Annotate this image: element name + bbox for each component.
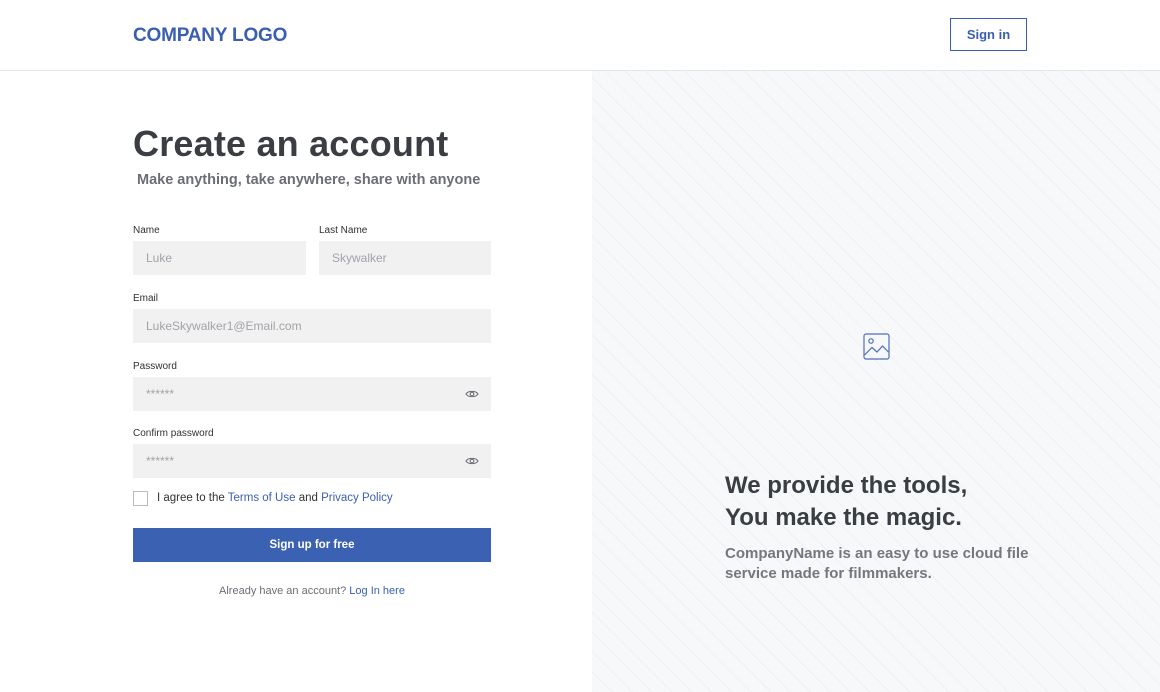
signup-panel: Create an account Make anything, take an…	[0, 71, 592, 692]
already-have-account: Already have an account? Log In here	[133, 585, 491, 597]
email-label: Email	[133, 293, 159, 304]
confirm-password-label: Confirm password	[133, 428, 214, 439]
email-field[interactable]	[133, 309, 491, 343]
promo-tagline: We provide the tools, You make the magic…	[725, 470, 967, 534]
name-field[interactable]	[133, 241, 306, 275]
privacy-policy-link[interactable]: Privacy Policy	[321, 492, 393, 504]
terms-of-use-link[interactable]: Terms of Use	[228, 492, 296, 504]
sign-in-button[interactable]: Sign in	[950, 18, 1027, 51]
tagline-line-2: You make the magic.	[725, 504, 962, 531]
agree-and: and	[295, 492, 322, 504]
already-text: Already have an account?	[219, 585, 350, 597]
tagline-line-1: We provide the tools,	[725, 472, 968, 499]
confirm-password-field[interactable]	[133, 444, 491, 478]
show-confirm-password-eye-icon[interactable]	[465, 456, 479, 466]
agree-prefix: I agree to the	[157, 492, 228, 504]
page-subtitle: Make anything, take anywhere, share with…	[137, 172, 481, 188]
company-logo[interactable]: COMPANY LOGO	[133, 25, 287, 47]
agree-checkbox[interactable]	[133, 491, 148, 506]
password-field[interactable]	[133, 377, 491, 411]
agree-text: I agree to the Terms of Use and Privacy …	[157, 492, 393, 504]
log-in-link[interactable]: Log In here	[349, 585, 405, 597]
page-title: Create an account	[133, 123, 449, 164]
sign-up-button[interactable]: Sign up for free	[133, 528, 491, 562]
name-label: Name	[133, 225, 160, 236]
image-icon	[863, 333, 890, 360]
password-label: Password	[133, 361, 177, 372]
top-header: COMPANY LOGO Sign in	[0, 0, 1160, 71]
last-name-field[interactable]	[319, 241, 491, 275]
promo-description: CompanyName is an easy to use cloud file…	[725, 545, 1029, 582]
last-name-label: Last Name	[319, 225, 368, 236]
show-password-eye-icon[interactable]	[465, 389, 479, 399]
promo-panel: We provide the tools, You make the magic…	[592, 71, 1160, 692]
